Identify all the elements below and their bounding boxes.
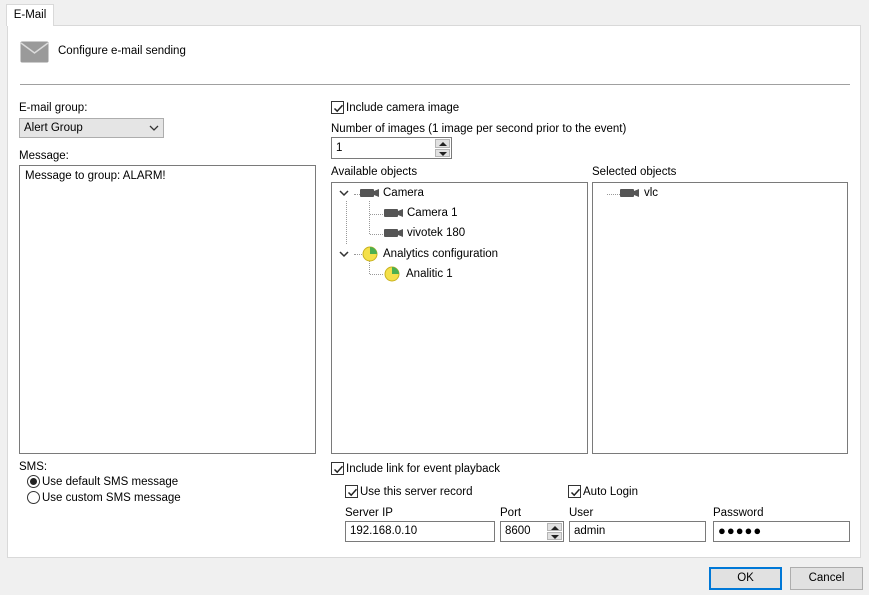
camera-icon	[384, 209, 403, 217]
auto-login-checkbox[interactable]	[568, 485, 581, 498]
arrow-up-icon	[439, 142, 447, 146]
port-up-button[interactable]	[547, 523, 562, 531]
tree-node-label: Camera 1	[407, 207, 458, 219]
password-label: Password	[713, 507, 764, 519]
port-label: Port	[500, 507, 522, 519]
port-value: 8600	[505, 525, 531, 537]
tree-line	[370, 234, 383, 235]
sms-custom-option[interactable]: Use custom SMS message	[27, 491, 181, 504]
selected-item-vlc[interactable]: vlc	[620, 187, 658, 199]
include-playback-link-checkbox[interactable]	[331, 462, 344, 475]
selected-item-label: vlc	[644, 187, 659, 199]
password-input[interactable]: ●●●●●	[713, 521, 850, 542]
chevron-down-icon[interactable]	[338, 248, 350, 260]
tree-node-analytics-configuration[interactable]: Analytics configuration	[338, 246, 498, 262]
server-ip-label: Server IP	[345, 507, 393, 519]
use-server-record-checkbox[interactable]	[345, 485, 358, 498]
auto-login-label: Auto Login	[583, 485, 638, 498]
tree-node-label: Analytics configuration	[383, 248, 499, 260]
include-playback-link-option[interactable]: Include link for event playback	[331, 462, 500, 475]
include-camera-image-label: Include camera image	[346, 101, 460, 114]
available-objects-label: Available objects	[331, 166, 418, 178]
ok-button[interactable]: OK	[709, 567, 782, 590]
tree-node-label: vivotek 180	[407, 227, 466, 239]
checkmark-icon	[333, 104, 344, 113]
sms-default-option[interactable]: Use default SMS message	[27, 475, 178, 488]
checkmark-icon	[347, 488, 358, 497]
camera-icon	[620, 189, 639, 197]
cancel-button[interactable]: Cancel	[790, 567, 863, 590]
user-label: User	[569, 507, 594, 519]
tree-node-camera[interactable]: Camera	[338, 187, 424, 199]
use-server-record-option[interactable]: Use this server record	[345, 485, 472, 498]
num-images-stepper[interactable]: 1	[331, 137, 452, 159]
arrow-up-icon	[551, 526, 559, 530]
selected-objects-label: Selected objects	[592, 166, 677, 178]
tree-line	[370, 274, 383, 275]
sms-custom-radio[interactable]	[27, 491, 40, 504]
envelope-icon	[20, 41, 49, 63]
camera-icon	[384, 229, 403, 237]
selected-objects-list[interactable]: vlc	[592, 182, 848, 454]
tree-node-vivotek-180[interactable]: vivotek 180	[384, 227, 465, 239]
checkmark-icon	[333, 465, 344, 474]
camera-icon	[360, 189, 379, 197]
tree-line	[346, 201, 347, 244]
analytics-icon	[384, 266, 400, 282]
page-title: Configure e-mail sending	[58, 45, 186, 57]
num-images-down-button[interactable]	[435, 148, 450, 157]
tree-line	[369, 201, 370, 234]
use-server-record-label: Use this server record	[360, 485, 473, 498]
arrow-down-icon	[551, 535, 559, 539]
tree-node-label: Camera	[383, 187, 424, 199]
num-images-label: Number of images (1 image per second pri…	[331, 123, 627, 135]
message-label: Message:	[19, 150, 69, 162]
arrow-down-icon	[439, 151, 447, 156]
include-camera-image-option[interactable]: Include camera image	[331, 101, 459, 114]
num-images-value: 1	[336, 142, 343, 154]
tree-line	[369, 261, 370, 274]
auto-login-option[interactable]: Auto Login	[568, 485, 638, 498]
tree-node-label: Analitic 1	[406, 268, 453, 280]
include-playback-link-label: Include link for event playback	[346, 462, 501, 475]
chevron-down-icon	[149, 125, 159, 131]
tree-node-camera-1[interactable]: Camera 1	[384, 207, 458, 219]
available-objects-tree[interactable]: Camera Camera 1 vivotek 180 Analytics co…	[331, 182, 588, 454]
email-group-label: E-mail group:	[19, 102, 88, 114]
sms-default-label: Use default SMS message	[42, 475, 179, 488]
analytics-icon	[362, 246, 378, 262]
sms-custom-label: Use custom SMS message	[42, 491, 181, 504]
checkmark-icon	[570, 488, 581, 497]
server-ip-input[interactable]: 192.168.0.10	[345, 521, 495, 542]
port-stepper[interactable]: 8600	[500, 521, 564, 542]
header-divider	[20, 84, 850, 85]
tree-line	[607, 194, 620, 195]
num-images-up-button[interactable]	[435, 139, 450, 148]
email-group-select[interactable]: Alert Group	[19, 118, 164, 138]
tree-line	[370, 214, 383, 215]
email-group-value: Alert Group	[24, 122, 83, 134]
port-down-button[interactable]	[547, 532, 562, 540]
tab-email[interactable]: E-Mail	[6, 4, 54, 26]
chevron-down-icon[interactable]	[338, 187, 350, 199]
sms-default-radio[interactable]	[27, 475, 40, 488]
message-text: Message to group: ALARM!	[25, 170, 166, 182]
include-camera-image-checkbox[interactable]	[331, 101, 344, 114]
message-textarea[interactable]: Message to group: ALARM!	[19, 165, 316, 454]
user-input[interactable]: admin	[569, 521, 706, 542]
sms-label: SMS:	[19, 461, 48, 473]
tree-node-analitic-1[interactable]: Analitic 1	[384, 266, 453, 282]
